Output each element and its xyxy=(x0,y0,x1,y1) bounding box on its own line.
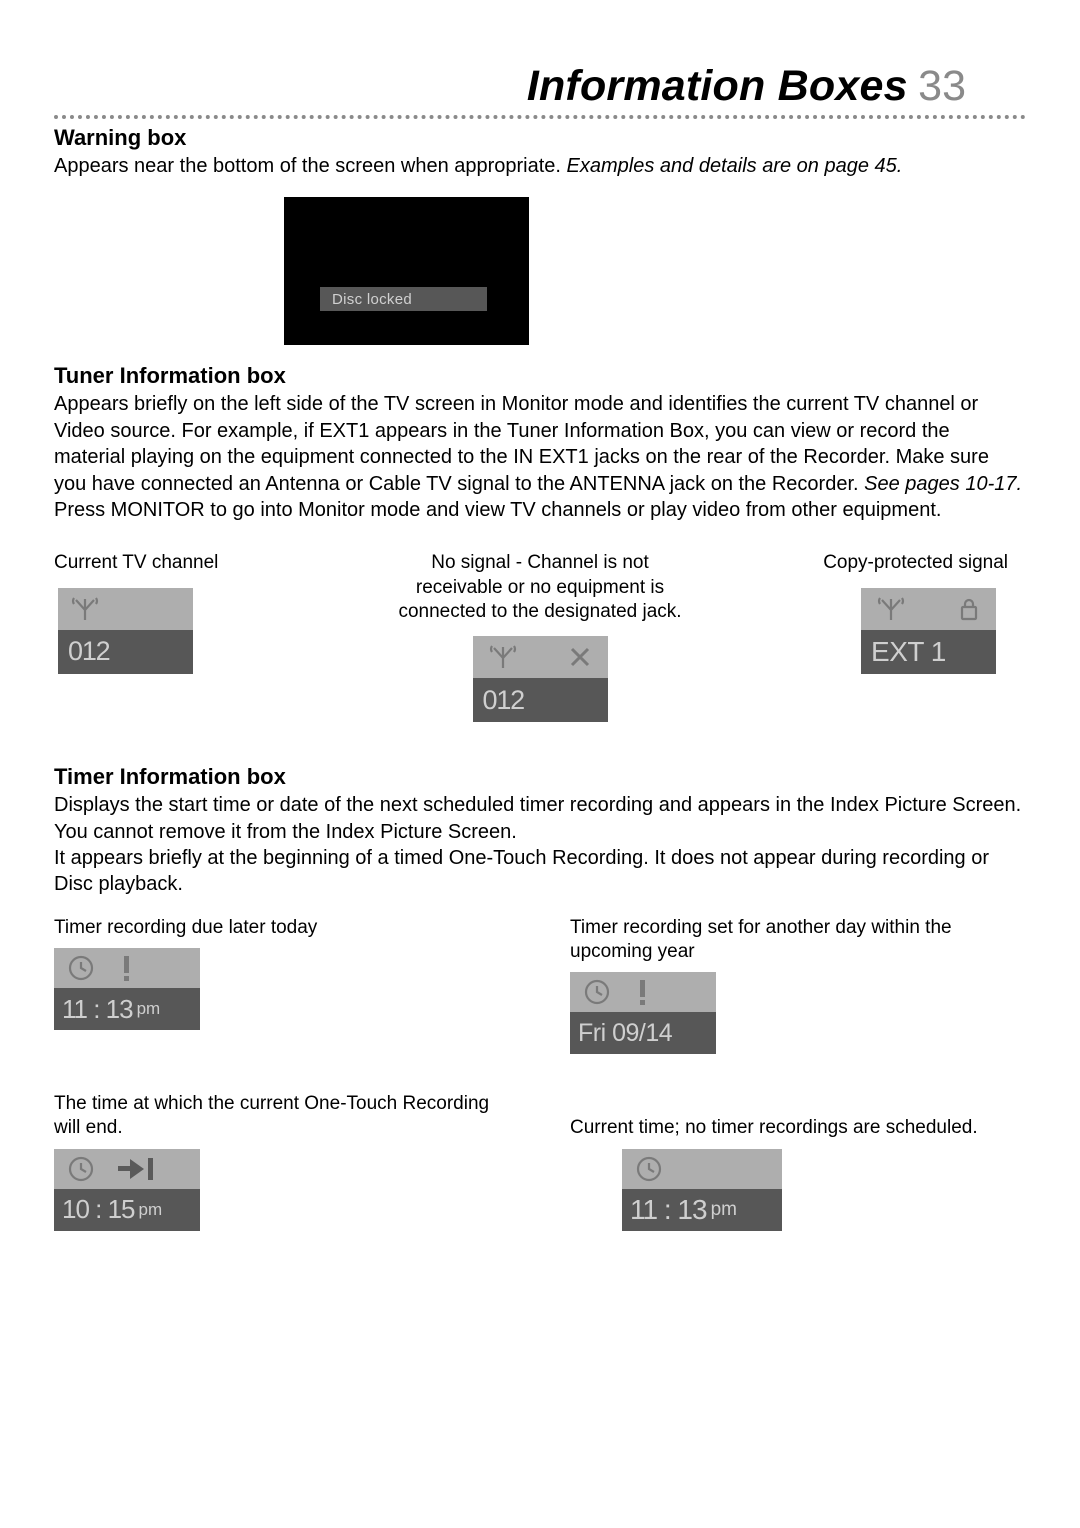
tuner-heading: Tuner Information box xyxy=(54,363,1026,389)
timer-box-otr-end: 10 : 15 pm xyxy=(54,1149,200,1231)
timer-heading: Timer Information box xyxy=(54,764,1026,790)
tuner-body: Appears briefly on the left side of the … xyxy=(54,391,1026,523)
timer-ampm-today: pm xyxy=(137,999,161,1019)
warning-body-italic: Examples and details are on page 45. xyxy=(567,155,903,177)
tuner-value-copyprot: EXT 1 xyxy=(861,630,996,674)
tuner-value-current: 012 xyxy=(58,630,193,674)
tuner-caption-nosignal: No signal - Channel is not receivable or… xyxy=(395,551,686,624)
timer-caption-today: Timer recording due later today xyxy=(54,916,510,940)
alert-icon xyxy=(118,954,134,982)
tuner-box-copyprot: EXT 1 xyxy=(861,588,996,674)
tuner-box-nosignal: 012 xyxy=(473,636,608,722)
tuner-caption-current: Current TV channel xyxy=(54,551,345,575)
tuner-value-nosignal: 012 xyxy=(473,678,608,722)
skip-to-end-icon xyxy=(118,1158,153,1180)
page-number: 33 xyxy=(918,62,966,110)
tuner-box-current: 012 xyxy=(58,588,193,674)
timer-caption-now: Current time; no timer recordings are sc… xyxy=(570,1116,1026,1140)
title-divider xyxy=(54,115,1026,119)
timer-caption-future: Timer recording set for another day with… xyxy=(570,916,1026,965)
timer-box-now: 11 : 13 pm xyxy=(622,1149,782,1231)
clock-icon xyxy=(66,1154,96,1184)
alert-icon xyxy=(634,978,650,1006)
antenna-icon xyxy=(488,642,518,672)
tuner-body-italic: See pages 10-17. xyxy=(864,473,1022,495)
warning-message-text: Disc locked xyxy=(332,291,412,308)
antenna-icon xyxy=(876,594,906,624)
warning-heading: Warning box xyxy=(54,125,1026,151)
page-title-row: Information Boxes 33 xyxy=(54,62,966,111)
timer-time-otr: 10 : 15 xyxy=(62,1194,135,1225)
timer-ampm-now: pm xyxy=(711,1199,737,1221)
tuner-body-tail: Press MONITOR to go into Monitor mode an… xyxy=(54,499,941,521)
timer-col-right: Timer recording set for another day with… xyxy=(570,916,1026,1231)
timer-date-future: Fri 09/14 xyxy=(578,1019,672,1048)
timer-ampm-otr: pm xyxy=(139,1200,163,1220)
tuner-caption-copyprot: Copy-protected signal xyxy=(735,551,1026,575)
page-title: Information Boxes xyxy=(527,62,908,110)
antenna-icon xyxy=(70,594,100,624)
timer-time-now: 11 : 13 xyxy=(630,1194,707,1226)
clock-icon xyxy=(66,953,96,983)
no-signal-icon xyxy=(568,645,592,669)
lock-icon xyxy=(957,596,981,622)
timer-col-left: Timer recording due later today 11 : 13 … xyxy=(54,916,510,1231)
timer-box-future: Fri 09/14 xyxy=(570,972,716,1054)
clock-icon xyxy=(634,1154,664,1184)
warning-body: Appears near the bottom of the screen wh… xyxy=(54,153,1026,179)
timer-caption-otr-end: The time at which the current One-Touch … xyxy=(54,1092,510,1141)
timer-body-1: Displays the start time or date of the n… xyxy=(54,792,1026,845)
clock-icon xyxy=(582,977,612,1007)
timer-body-2: It appears briefly at the beginning of a… xyxy=(54,845,1026,898)
warning-message-bar: Disc locked xyxy=(320,287,487,311)
warning-body-plain: Appears near the bottom of the screen wh… xyxy=(54,155,567,177)
warning-example-screen: Disc locked xyxy=(284,197,529,345)
tuner-col-current-channel: Current TV channel 012 xyxy=(54,551,345,673)
timer-time-today: 11 : 13 xyxy=(62,994,133,1025)
timer-box-today: 11 : 13 pm xyxy=(54,948,200,1030)
tuner-col-copy-protected: Copy-protected signal EXT 1 xyxy=(735,551,1026,673)
tuner-col-no-signal: No signal - Channel is not receivable or… xyxy=(395,551,686,722)
tuner-body-main: Appears briefly on the left side of the … xyxy=(54,393,989,494)
